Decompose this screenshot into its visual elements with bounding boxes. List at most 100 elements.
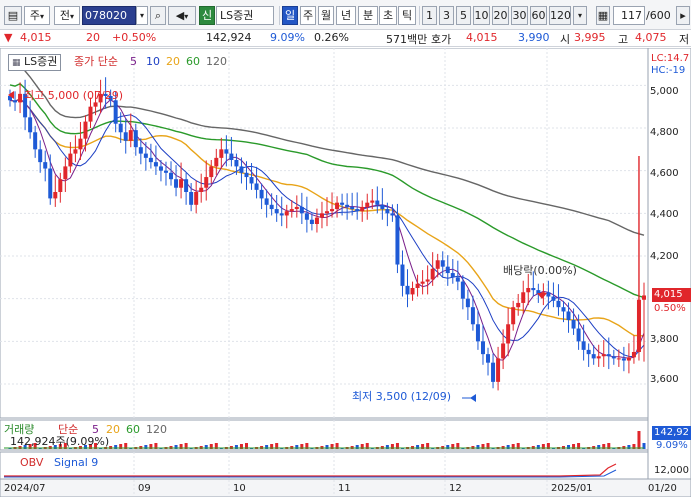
candle-body [299, 206, 304, 214]
candle-body [591, 354, 596, 359]
interval-3-button[interactable]: 3 [439, 6, 454, 25]
chevron-down-icon: ▾ [70, 12, 75, 21]
candle-body [123, 132, 128, 141]
candle-body [189, 192, 194, 205]
candle-body [561, 307, 566, 312]
interval-30-button[interactable]: 30 [511, 6, 528, 25]
y-axis-frame [647, 48, 691, 480]
candle-body [370, 200, 375, 203]
bid-value: 3,990 [518, 31, 550, 44]
interval-20-button[interactable]: 20 [492, 6, 509, 25]
period-month-tab[interactable]: 월 [318, 6, 334, 25]
grid-icon: ▦ [597, 9, 609, 22]
stock-name-field[interactable]: LS증권 [216, 6, 274, 25]
candle-body [360, 206, 365, 212]
candle-body [38, 149, 43, 163]
period-minute-tab[interactable]: 분 [358, 6, 378, 25]
low-annotation: 최저 3,500 (12/09) [352, 390, 452, 403]
candle-body [325, 211, 329, 214]
ma120-legend[interactable]: 120 [206, 55, 227, 68]
candle-body [531, 288, 536, 291]
candle-body [158, 166, 163, 171]
candle-body [304, 213, 309, 220]
prev-button[interactable]: 전▾ [54, 6, 80, 25]
candle-body [606, 354, 611, 357]
code-dropdown-button[interactable]: ▾ [136, 6, 148, 25]
candle-body [425, 279, 430, 282]
vol-ma120-legend[interactable]: 120 [146, 423, 167, 436]
candle-body [395, 215, 400, 265]
price-panel-title[interactable]: ▦ LS증권 [8, 54, 62, 71]
interval-dropdown-button[interactable]: ▾ [573, 6, 587, 25]
interval-5-button[interactable]: 5 [456, 6, 471, 25]
candle-body [269, 204, 274, 210]
chart-menu-icon[interactable]: ▤ [4, 6, 22, 25]
open-value: 3,995 [574, 31, 606, 44]
ma20-legend[interactable]: 20 [166, 55, 180, 68]
candle-body [501, 343, 506, 359]
sound-button[interactable]: ◀▾ [168, 6, 196, 25]
candle-body [284, 211, 289, 216]
volume-value-label: 142,924주(9.09%) [10, 435, 110, 448]
candle-body [496, 358, 501, 382]
ma5-legend[interactable]: 5 [130, 55, 137, 68]
chart-toolbar: ▤ 주▾ 전▾ 078020 ▾ ⌕ ◀▾ 신 LS증권 일 주 월 년 분 초… [0, 0, 691, 30]
candle-body [18, 93, 23, 103]
candle-body [551, 296, 556, 301]
ma-legend-prefix: 종가 단순 [74, 55, 118, 68]
ma10-legend[interactable]: 10 [146, 55, 160, 68]
period-day-tab[interactable]: 일 [282, 6, 298, 25]
page-count-input[interactable]: 117 [613, 6, 645, 25]
candle-body [626, 357, 631, 361]
interval-1-button[interactable]: 1 [422, 6, 437, 25]
x-label-01-20: 01/20 [648, 483, 677, 494]
candle-body [415, 283, 420, 288]
candle-body [239, 166, 244, 173]
candle-body [204, 177, 209, 188]
candle-body [93, 102, 98, 107]
vol-ma60-legend[interactable]: 60 [126, 423, 140, 436]
price-chart-canvas[interactable] [0, 48, 691, 497]
candle-body [219, 149, 224, 158]
period-tick-tab[interactable]: 틱 [398, 6, 416, 25]
candle-body [48, 168, 53, 199]
candle-body [138, 147, 143, 154]
interval-120-button[interactable]: 120 [549, 6, 571, 25]
market-badge: 신 [199, 6, 215, 25]
period-week-tab[interactable]: 주 [300, 6, 316, 25]
candle-body [279, 213, 284, 216]
options-button[interactable]: ▦ [596, 6, 610, 25]
stock-code-input[interactable]: 078020 [82, 6, 136, 25]
y-tick-4400: 4,400 [650, 209, 679, 220]
candle-body [631, 352, 636, 358]
chevron-right-icon: ▸ [680, 9, 686, 22]
ma60-legend[interactable]: 60 [186, 55, 200, 68]
interval-10-button[interactable]: 10 [473, 6, 490, 25]
candle-body [616, 358, 621, 360]
y-tick-4800: 4,800 [650, 127, 679, 138]
candle-body [556, 300, 561, 308]
period-second-tab[interactable]: 초 [379, 6, 397, 25]
high-label: 고 [618, 33, 629, 46]
search-button[interactable]: ⌕ [150, 6, 166, 25]
prev-label: 전 [59, 9, 71, 22]
volume-right-pct: 9.09% [656, 440, 688, 451]
period-selector[interactable]: 주▾ [24, 6, 50, 25]
y-tick-3600: 3,600 [650, 374, 679, 385]
high-value: 4,075 [635, 31, 667, 44]
x-label-11: 11 [338, 483, 351, 494]
candle-body [244, 172, 249, 178]
candle-body [586, 349, 591, 355]
candle-body [43, 162, 48, 169]
x-label-09: 09 [138, 483, 151, 494]
candle-body [214, 157, 219, 167]
chevron-down-icon: ▾ [184, 12, 189, 21]
chart-area[interactable]: ▦ LS증권 종가 단순 5 10 20 60 120 LC:14.7 HC:-… [0, 48, 691, 497]
scroll-right-button[interactable]: ▸ [676, 6, 690, 25]
candle-body [319, 213, 324, 218]
interval-60-button[interactable]: 60 [530, 6, 547, 25]
candle-body [314, 217, 319, 224]
ask-label: 호가 [431, 33, 452, 46]
period-year-tab[interactable]: 년 [336, 6, 356, 25]
candle-body [566, 311, 571, 320]
